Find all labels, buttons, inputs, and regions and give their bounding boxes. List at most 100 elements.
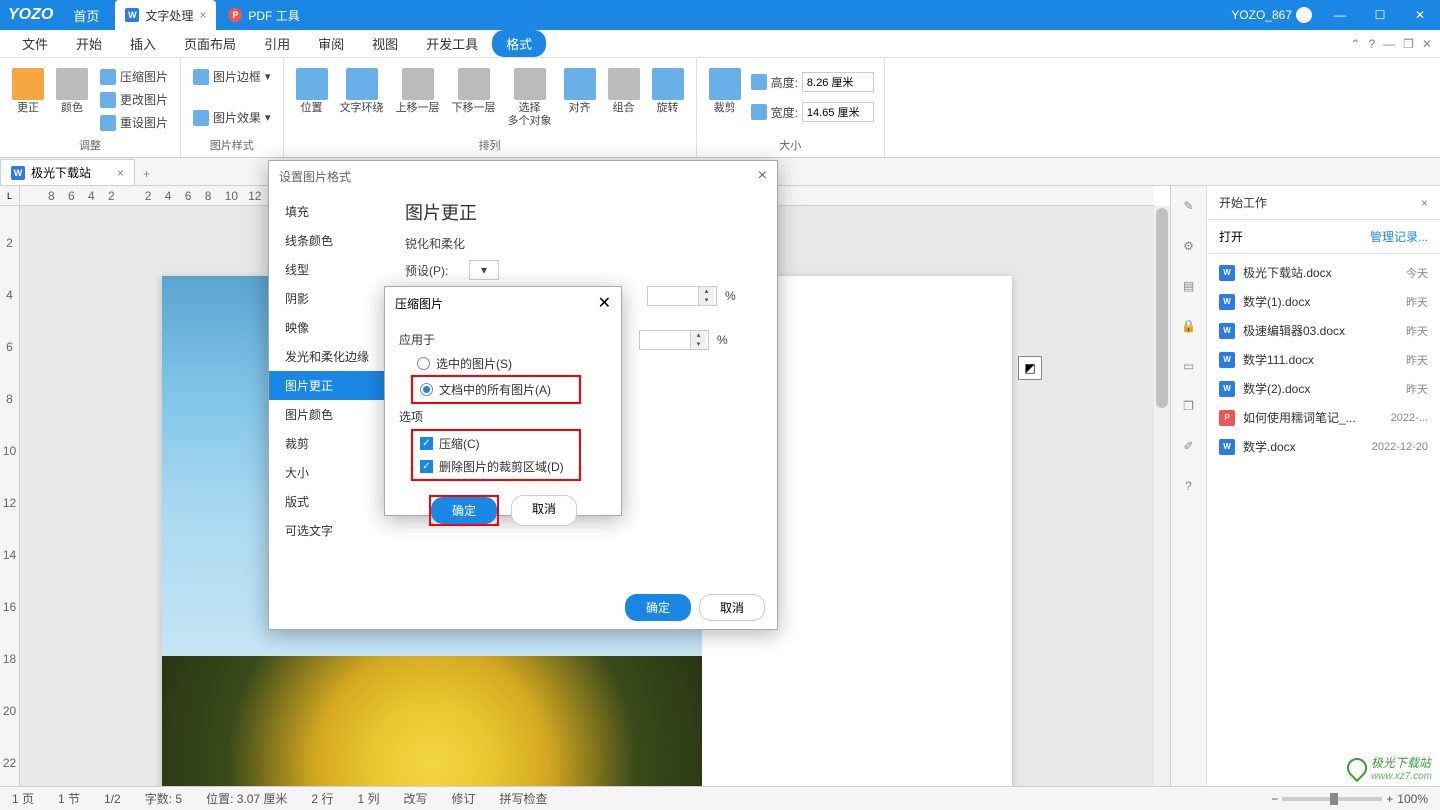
dialog-side-item[interactable]: 阴影 [269, 284, 389, 313]
width-input[interactable] [802, 102, 874, 122]
pane-tab-settings-icon[interactable]: ⚙ [1177, 234, 1201, 258]
recent-file-item[interactable]: W极速编辑器03.docx昨天 [1207, 316, 1440, 345]
ribbon-select-multi[interactable]: 选择 多个对象 [504, 66, 556, 130]
menu-item-审阅[interactable]: 审阅 [304, 30, 358, 57]
sharpen-spinner[interactable]: ▴▾ [647, 286, 717, 306]
pane-tab-edit-icon[interactable]: ✐ [1177, 434, 1201, 458]
option-all-images[interactable]: 文档中的所有图片(A) [414, 378, 578, 401]
recent-file-item[interactable]: W数学(1).docx昨天 [1207, 287, 1440, 316]
ribbon-wrap[interactable]: 文字环绕 [336, 66, 388, 117]
cancel-button[interactable]: 取消 [699, 594, 765, 621]
dialog-side-item[interactable]: 裁剪 [269, 429, 389, 458]
close-icon[interactable]: × [758, 167, 767, 185]
recent-file-item[interactable]: W数学111.docx昨天 [1207, 345, 1440, 374]
ribbon-align[interactable]: 对齐 [560, 66, 600, 117]
ok-button[interactable]: 确定 [431, 497, 497, 524]
option-compress[interactable]: ✓ 压缩(C) [414, 432, 578, 455]
zoom-in-icon[interactable]: + [1386, 792, 1393, 806]
pane-tab-pen-icon[interactable]: ✎ [1177, 194, 1201, 218]
app-tab-pdf[interactable]: P PDF 工具 [216, 7, 311, 24]
close-icon[interactable]: × [1421, 196, 1428, 210]
recent-file-item[interactable]: W数学.docx2022-12-20 [1207, 432, 1440, 461]
ribbon-rotate[interactable]: 旋转 [648, 66, 688, 117]
ribbon-backward[interactable]: 下移一层 [448, 66, 500, 117]
menu-item-格式[interactable]: 格式 [492, 30, 546, 57]
pane-tab-copy-icon[interactable]: ❐ [1177, 394, 1201, 418]
dialog-side-item[interactable]: 线条颜色 [269, 226, 389, 255]
ribbon-forward[interactable]: 上移一层 [392, 66, 444, 117]
help-icon[interactable]: ? [1368, 37, 1375, 51]
recent-file-item[interactable]: W极光下载站.docx今天 [1207, 258, 1440, 287]
menu-item-视图[interactable]: 视图 [358, 30, 412, 57]
status-words[interactable]: 字数: 5 [145, 790, 182, 807]
close-icon[interactable]: ✕ [598, 293, 611, 313]
pane-tab-layers-icon[interactable]: ▤ [1177, 274, 1201, 298]
status-position[interactable]: 位置: 3.07 厘米 [206, 790, 287, 807]
pane-tab-help-icon[interactable]: ? [1177, 474, 1201, 498]
dialog-side-item[interactable]: 填充 [269, 197, 389, 226]
dialog-side-item[interactable]: 可选文字 [269, 516, 389, 545]
menu-item-引用[interactable]: 引用 [250, 30, 304, 57]
preset-dropdown[interactable]: ▾ [469, 260, 499, 280]
close-button[interactable]: ✕ [1400, 0, 1440, 30]
maximize-button[interactable]: ☐ [1360, 0, 1400, 30]
document-tab[interactable]: W 极光下载站 × [0, 159, 135, 185]
contrast-spinner[interactable]: ▴▾ [639, 330, 709, 350]
zoom-out-icon[interactable]: − [1271, 792, 1278, 806]
ribbon-reset-image[interactable]: 重设图片 [96, 112, 172, 133]
dialog-side-item[interactable]: 图片颜色 [269, 400, 389, 429]
cancel-button[interactable]: 取消 [511, 495, 577, 526]
zoom-control[interactable]: − + 100% [1271, 792, 1428, 806]
dialog-side-item[interactable]: 发光和柔化边缘 [269, 342, 389, 371]
status-overwrite[interactable]: 改写 [403, 790, 427, 807]
status-pages[interactable]: 1/2 [104, 792, 121, 806]
app-tab-word[interactable]: W 文字处理 × [115, 0, 216, 30]
collapse-ribbon-icon[interactable]: ⌃ [1350, 37, 1360, 51]
height-input[interactable] [802, 72, 874, 92]
menu-item-插入[interactable]: 插入 [116, 30, 170, 57]
status-page[interactable]: 1 页 [12, 790, 34, 807]
status-spellcheck[interactable]: 拼写检查 [499, 790, 547, 807]
option-delete-crop[interactable]: ✓ 删除图片的裁剪区域(D) [414, 455, 578, 478]
add-tab-button[interactable]: + [135, 163, 158, 185]
ok-button[interactable]: 确定 [625, 594, 691, 621]
dialog-side-item[interactable]: 线型 [269, 255, 389, 284]
user-label[interactable]: YOZO_867 [1223, 7, 1320, 23]
dialog-side-item[interactable]: 版式 [269, 487, 389, 516]
dialog-side-item[interactable]: 大小 [269, 458, 389, 487]
close-icon[interactable]: × [117, 166, 124, 180]
dialog-side-item[interactable]: 映像 [269, 313, 389, 342]
mini-minimize-icon[interactable]: — [1383, 37, 1395, 51]
dialog-side-item[interactable]: 图片更正 [269, 371, 389, 400]
vertical-ruler[interactable]: 246810121416182022 [0, 206, 20, 786]
ribbon-color[interactable]: 颜色 [52, 66, 92, 117]
menu-item-页面布局[interactable]: 页面布局 [170, 30, 250, 57]
status-revision[interactable]: 修订 [451, 790, 475, 807]
close-icon[interactable]: × [199, 8, 206, 22]
status-column[interactable]: 1 列 [357, 790, 379, 807]
status-section[interactable]: 1 节 [58, 790, 80, 807]
mini-close-icon[interactable]: ✕ [1422, 37, 1432, 51]
ribbon-image-effect[interactable]: 图片效果 ▾ [189, 107, 275, 128]
zoom-percent[interactable]: 100% [1397, 792, 1428, 806]
manage-records-link[interactable]: 管理记录... [1370, 228, 1428, 245]
ribbon-position[interactable]: 位置 [292, 66, 332, 117]
menu-item-文件[interactable]: 文件 [8, 30, 62, 57]
option-selected-images[interactable]: 选中的图片(S) [399, 352, 607, 375]
menu-item-开始[interactable]: 开始 [62, 30, 116, 57]
ribbon-image-border[interactable]: 图片边框 ▾ [189, 66, 275, 87]
menu-item-开发工具[interactable]: 开发工具 [412, 30, 492, 57]
ribbon-correct[interactable]: 更正 [8, 66, 48, 117]
recent-file-item[interactable]: P如何使用糯词笔记_...2022-... [1207, 403, 1440, 432]
status-line[interactable]: 2 行 [311, 790, 333, 807]
pane-tab-book-icon[interactable]: ▭ [1177, 354, 1201, 378]
recent-file-item[interactable]: W数学(2).docx昨天 [1207, 374, 1440, 403]
image-anchor-icon[interactable]: ◩ [1018, 356, 1042, 380]
home-tab[interactable]: 首页 [61, 6, 111, 25]
document-image-flower[interactable] [162, 656, 702, 786]
pane-tab-lock-icon[interactable]: 🔒 [1177, 314, 1201, 338]
zoom-slider[interactable] [1282, 797, 1382, 801]
mini-restore-icon[interactable]: ❐ [1403, 37, 1414, 51]
minimize-button[interactable]: — [1320, 0, 1360, 30]
ribbon-group-btn[interactable]: 组合 [604, 66, 644, 117]
